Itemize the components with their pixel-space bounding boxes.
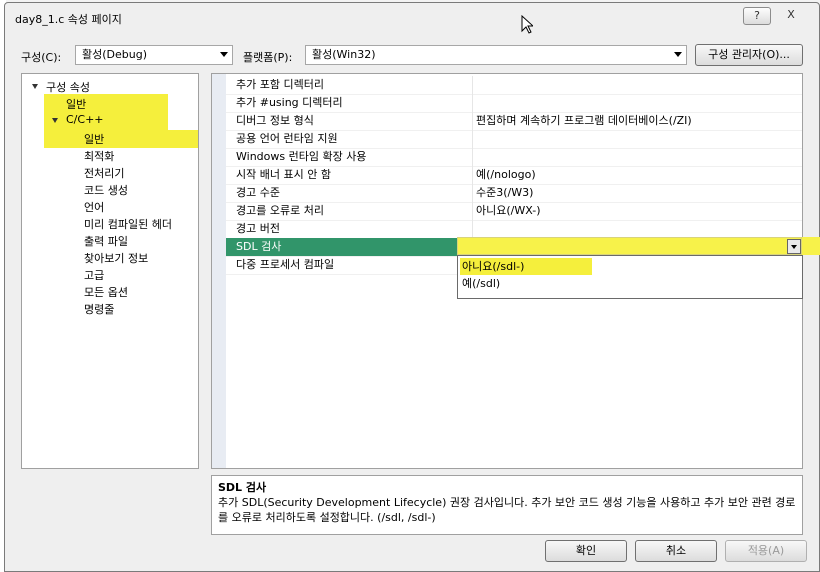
property-name: 공용 언어 런타임 지원 <box>236 132 338 145</box>
tree-item-browse-info[interactable]: 찾아보기 정보 <box>84 250 148 266</box>
platform-select-value: 활성(Win32) <box>312 48 376 61</box>
expand-icon <box>32 84 38 89</box>
tree-item-output-files[interactable]: 출력 파일 <box>84 233 128 249</box>
property-pages-dialog: day8_1.c 속성 페이지 ? X 구성(C): 활성(Debug) 플랫폼… <box>4 2 820 572</box>
tree-item-command-line[interactable]: 명령줄 <box>84 301 114 317</box>
window-title: day8_1.c 속성 페이지 <box>15 13 122 26</box>
property-name: 추가 #using 디렉터리 <box>236 96 343 109</box>
property-name: 다중 프로세서 컴파일 <box>236 258 335 271</box>
property-name: 디버그 정보 형식 <box>236 114 314 127</box>
chevron-down-icon <box>220 52 228 57</box>
property-name: SDL 검사 <box>236 240 282 253</box>
platform-select[interactable]: 활성(Win32) <box>305 45 687 65</box>
grid-margin <box>212 74 226 468</box>
property-row[interactable]: 디버그 정보 형식 편집하며 계속하기 프로그램 데이터베이스(/ZI) <box>226 112 802 131</box>
property-row[interactable]: 시작 배너 표시 안 함 예(/nologo) <box>226 166 802 185</box>
highlight-marker <box>44 94 168 130</box>
property-name: 경고를 오류로 처리 <box>236 204 324 217</box>
property-tree: 구성 속성 일반 C/C++ 일반 최적화 전처리기 코드 생성 언어 미리 컴… <box>21 73 199 469</box>
tree-item-preprocessor[interactable]: 전처리기 <box>84 165 124 181</box>
config-select-value: 활성(Debug) <box>82 48 147 61</box>
config-manager-button[interactable]: 구성 관리자(O)... <box>695 44 803 66</box>
chevron-down-icon <box>674 52 682 57</box>
chevron-down-icon <box>791 245 797 249</box>
description-title: SDL 검사 <box>218 481 267 494</box>
ok-button[interactable]: 확인 <box>545 540 627 562</box>
property-row[interactable]: 추가 포함 디렉터리 <box>226 76 802 95</box>
property-row[interactable]: 경고 수준 수준3(/W3) <box>226 184 802 203</box>
highlight-marker <box>802 237 820 255</box>
config-label: 구성(C): <box>21 51 62 64</box>
platform-label: 플랫폼(P): <box>243 51 293 64</box>
property-name: Windows 런타임 확장 사용 <box>236 150 367 163</box>
property-name: 시작 배너 표시 안 함 <box>236 168 331 181</box>
property-value: 아니요(/WX-) <box>476 204 541 217</box>
tree-item-config-properties[interactable]: 구성 속성 <box>46 79 90 95</box>
tree-item-advanced[interactable]: 고급 <box>84 267 104 283</box>
tree-item-selected-highlight <box>44 130 198 148</box>
cancel-button[interactable]: 취소 <box>635 540 717 562</box>
tree-item-code-generation[interactable]: 코드 생성 <box>84 182 128 198</box>
property-value: 예(/nologo) <box>476 168 536 181</box>
description-panel: SDL 검사 추가 SDL(Security Development Lifec… <box>211 475 803 535</box>
property-row[interactable]: 추가 #using 디렉터리 <box>226 94 802 113</box>
description-text: 추가 SDL(Security Development Lifecycle) 권… <box>218 496 796 524</box>
tree-item-cpp[interactable]: C/C++ <box>66 113 104 126</box>
mouse-cursor-icon <box>521 15 533 34</box>
sdl-value-editor[interactable] <box>457 237 802 255</box>
tree-item-precompiled-headers[interactable]: 미리 컴파일된 헤더 <box>84 216 172 232</box>
apply-button[interactable]: 적용(A) <box>725 540 807 562</box>
sdl-options-list: 아니요(/sdl-) 예(/sdl) <box>457 255 803 299</box>
sdl-dropdown-button[interactable] <box>787 239 801 254</box>
property-name: 추가 포함 디렉터리 <box>236 78 324 91</box>
option-no-sdl[interactable]: 아니요(/sdl-) <box>460 258 592 275</box>
property-name: 경고 수준 <box>236 186 280 199</box>
help-button[interactable]: ? <box>743 7 771 25</box>
option-yes-sdl[interactable]: 예(/sdl) <box>460 275 500 292</box>
tree-item-language[interactable]: 언어 <box>84 199 104 215</box>
property-row[interactable]: Windows 런타임 확장 사용 <box>226 148 802 167</box>
property-row[interactable]: 공용 언어 런타임 지원 <box>226 130 802 149</box>
property-name: 경고 버전 <box>236 222 280 235</box>
tree-item-all-options[interactable]: 모든 옵션 <box>84 284 128 300</box>
property-value: 편집하며 계속하기 프로그램 데이터베이스(/ZI) <box>476 114 692 127</box>
tree-item-general[interactable]: 일반 <box>66 96 86 112</box>
property-row-selected[interactable]: SDL 검사 <box>226 238 458 257</box>
close-button[interactable]: X <box>777 7 805 25</box>
property-row[interactable]: 경고를 오류로 처리 아니요(/WX-) <box>226 202 802 221</box>
property-value: 수준3(/W3) <box>476 186 534 199</box>
tree-item-optimization[interactable]: 최적화 <box>84 148 114 164</box>
expand-icon <box>52 118 58 123</box>
config-select[interactable]: 활성(Debug) <box>75 45 233 65</box>
tree-item-cpp-general[interactable]: 일반 <box>84 131 104 147</box>
